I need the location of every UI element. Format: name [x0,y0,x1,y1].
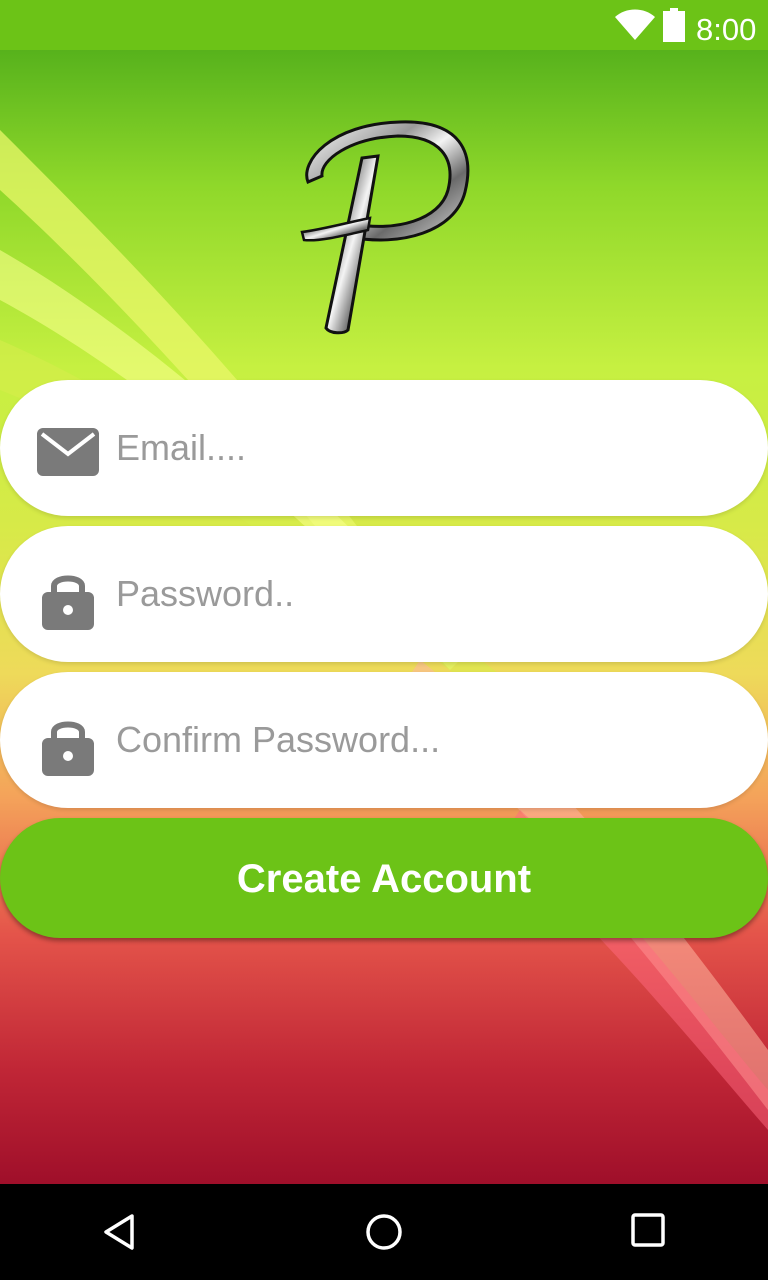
wifi-icon [615,9,655,40]
navigation-bar [0,1184,768,1280]
padlock-icon [42,575,94,630]
back-triangle-icon[interactable] [100,1212,140,1252]
create-account-screen: 8:00 Email.... Create Account [0,0,768,1280]
password-field-container[interactable] [0,526,768,662]
confirm-password-input[interactable] [116,710,716,770]
status-bar: 8:00 [0,0,768,50]
create-account-button[interactable]: Create Account [0,818,768,938]
email-input[interactable] [116,418,716,478]
password-input[interactable] [116,564,716,624]
status-time: 8:00 [696,12,757,47]
home-circle-icon[interactable] [364,1212,404,1252]
email-field-container[interactable] [0,380,768,516]
padlock-icon [42,721,94,776]
recents-square-icon[interactable] [630,1212,666,1248]
confirm-password-field-container[interactable] [0,672,768,808]
envelope-icon [37,428,99,476]
battery-icon [663,8,685,42]
script-letter-p-logo [300,120,470,335]
